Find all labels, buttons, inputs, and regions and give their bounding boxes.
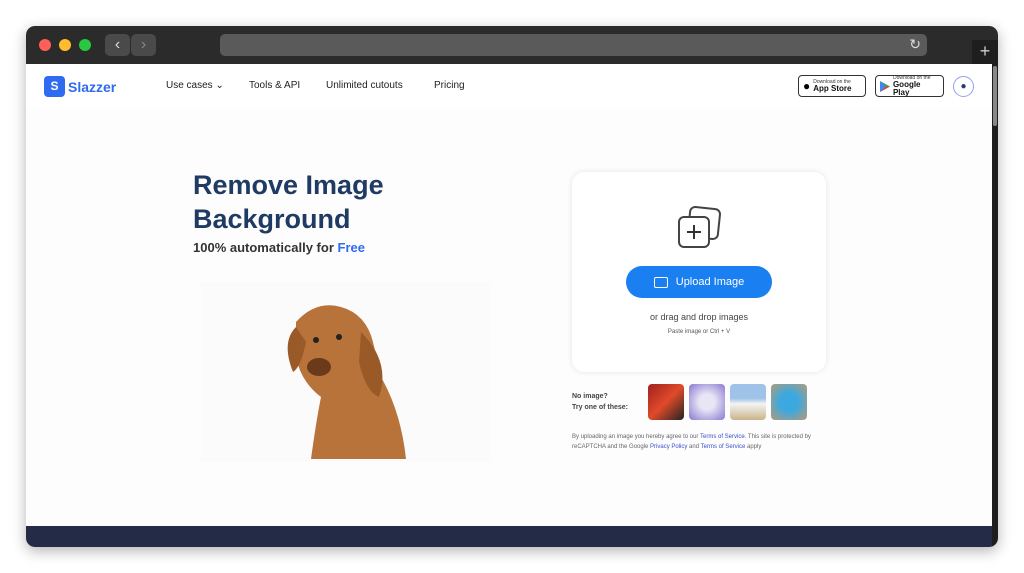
terms-text: By uploading an image you hereby agree t…	[572, 432, 827, 452]
terms-t1: By uploading an image you hereby agree t…	[572, 434, 700, 440]
nav-use-cases[interactable]: Use cases ⌄	[166, 80, 224, 91]
nav-unlimited-cutouts[interactable]: Unlimited cutouts	[326, 80, 403, 91]
apple-icon: ●	[803, 79, 811, 93]
subtitle-accent: Free	[337, 240, 365, 255]
maximize-window-button[interactable]	[79, 39, 91, 51]
top-nav: S Slazzer Use cases ⌄ Tools & API Unlimit…	[26, 64, 992, 108]
app-store-button[interactable]: ● Download on the App Store	[798, 75, 866, 97]
address-bar[interactable]: ↻	[220, 34, 927, 56]
footer-band	[26, 526, 992, 547]
sample-prompt-line1: No image?	[572, 393, 608, 400]
dog-demo-image	[201, 282, 491, 462]
upload-label: Upload Image	[675, 276, 745, 288]
hero-title-line2: Background	[193, 204, 351, 234]
sample-prompt-line2: Try one of these:	[572, 404, 629, 411]
terms-of-service-link[interactable]: Terms of Service	[700, 434, 745, 440]
reload-icon[interactable]: ↻	[909, 36, 921, 53]
terms-t4: apply	[745, 444, 762, 450]
minimize-window-button[interactable]	[59, 39, 71, 51]
hero-subtitle: 100% automatically for Free	[193, 240, 365, 255]
forward-button[interactable]: ›	[131, 34, 156, 56]
logo-icon: S	[44, 76, 65, 97]
sample-sneaker[interactable]	[648, 384, 684, 420]
add-images-icon	[678, 206, 721, 248]
title-bar: ‹ › ↻	[26, 26, 998, 64]
sample-teddy-bear[interactable]	[771, 384, 807, 420]
browser-window: ‹ › ↻ + S Slazzer Use cases ⌄ Tools & API…	[26, 26, 998, 547]
logo-text: Slazzer	[68, 78, 117, 95]
back-button[interactable]: ‹	[105, 34, 130, 56]
sample-car[interactable]	[730, 384, 766, 420]
new-tab-button[interactable]: +	[972, 40, 998, 64]
app-store-big: App Store	[813, 84, 852, 93]
user-icon: ●	[960, 81, 967, 92]
image-icon	[653, 276, 668, 288]
sample-headphones[interactable]	[689, 384, 725, 420]
hero-title-line1: Remove Image	[193, 170, 384, 200]
google-play-button[interactable]: Download on the Google Play	[875, 75, 944, 97]
drag-drop-text: or drag and drop images	[649, 312, 749, 322]
terms-of-service-link-2[interactable]: Terms of Service	[701, 444, 746, 450]
nav-pricing[interactable]: Pricing	[434, 80, 465, 91]
user-avatar-button[interactable]: ●	[953, 76, 974, 97]
subtitle-text: 100% automatically for	[193, 240, 338, 255]
nav-tools-api[interactable]: Tools & API	[249, 80, 300, 91]
close-window-button[interactable]	[39, 39, 51, 51]
sample-prompt: No image? Try one of these:	[572, 391, 628, 413]
upload-image-button[interactable]: Upload Image	[626, 266, 772, 298]
scrollbar-thumb[interactable]	[993, 66, 997, 126]
privacy-policy-link[interactable]: Privacy Policy	[650, 444, 687, 450]
paste-hint: Paste image or Ctrl + V	[667, 329, 731, 335]
scrollbar[interactable]	[992, 64, 998, 547]
terms-t3: and	[687, 444, 701, 450]
hero-title: Remove Image Background	[193, 168, 384, 236]
upload-card[interactable]: Upload Image or drag and drop images Pas…	[572, 172, 826, 372]
google-play-big: Google Play	[892, 80, 921, 97]
logo[interactable]: S Slazzer	[44, 76, 116, 97]
google-play-icon	[880, 80, 890, 92]
page: S Slazzer Use cases ⌄ Tools & API Unlimit…	[26, 64, 992, 547]
